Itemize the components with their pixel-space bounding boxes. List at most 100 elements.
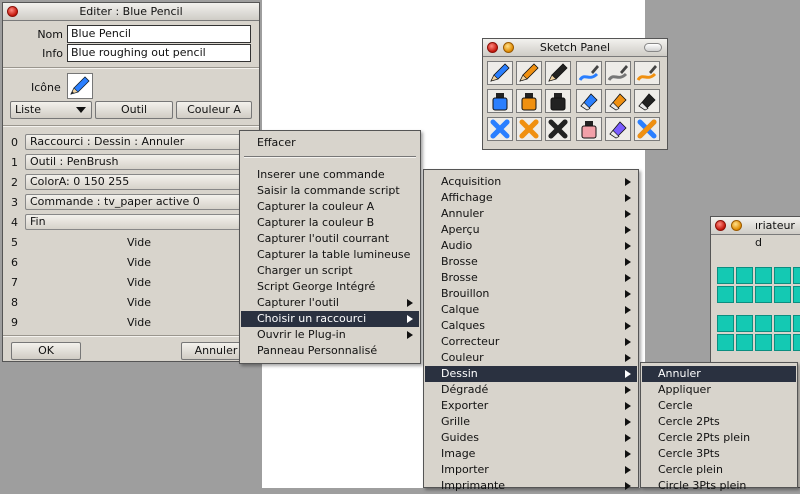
color-swatch[interactable] xyxy=(793,267,800,284)
category-item-acquisition[interactable]: Acquisition xyxy=(425,174,637,190)
close-icon[interactable] xyxy=(7,6,18,17)
orange-marker-tool-button[interactable] xyxy=(605,89,631,113)
category-item-audio[interactable]: Audio xyxy=(425,238,637,254)
category-item-calque[interactable]: Calque xyxy=(425,302,637,318)
blue-orange-x-tool-button[interactable] xyxy=(634,117,660,141)
black-marker-tool-button[interactable] xyxy=(634,89,660,113)
category-item-exporter[interactable]: Exporter xyxy=(425,398,637,414)
menu-item-effacer[interactable]: Effacer xyxy=(241,135,419,151)
category-item-grille[interactable]: Grille xyxy=(425,414,637,430)
slot-command-button[interactable]: Fin xyxy=(25,214,253,230)
dessin-item-cercle[interactable]: Cercle xyxy=(642,398,796,414)
orange-eraser-x-tool-button[interactable] xyxy=(516,117,542,141)
color-swatch[interactable] xyxy=(793,286,800,303)
menu-item-ouvrir-le-plug-in[interactable]: Ouvrir le Plug-in xyxy=(241,327,419,343)
dessin-item-cercle-plein[interactable]: Cercle plein xyxy=(642,462,796,478)
dessin-item-cercle-2pts-plein[interactable]: Cercle 2Pts plein xyxy=(642,430,796,446)
black-ink-tool-button[interactable] xyxy=(545,89,571,113)
outil-button[interactable]: Outil xyxy=(95,101,173,119)
color-swatch[interactable] xyxy=(755,315,772,332)
blue-ink-tool-button[interactable] xyxy=(487,89,513,113)
color-swatch[interactable] xyxy=(793,334,800,351)
color-swatch[interactable] xyxy=(736,286,753,303)
category-item-calques[interactable]: Calques xyxy=(425,318,637,334)
info-input[interactable]: Blue roughing out pencil xyxy=(67,44,251,62)
category-item-brouillon[interactable]: Brouillon xyxy=(425,286,637,302)
orange-pencil-tool-button[interactable] xyxy=(516,61,542,85)
black-eraser-x-tool-button[interactable] xyxy=(545,117,571,141)
color-swatch[interactable] xyxy=(736,267,753,284)
zoom-pill-icon[interactable] xyxy=(644,43,662,52)
category-item-apercu[interactable]: Aperçu xyxy=(425,222,637,238)
color-swatch[interactable] xyxy=(717,315,734,332)
nom-input[interactable]: Blue Pencil xyxy=(67,25,251,43)
tool-icon-preview[interactable] xyxy=(67,73,93,99)
category-item-brosse[interactable]: Brosse xyxy=(425,270,637,286)
category-item-image[interactable]: Image xyxy=(425,446,637,462)
blue-brush-tool-button[interactable] xyxy=(576,61,602,85)
close-icon[interactable] xyxy=(487,42,498,53)
slot-command-button[interactable]: ColorA: 0 150 255 xyxy=(25,174,253,190)
category-item-dessin[interactable]: Dessin xyxy=(425,366,637,382)
couleur-a-button[interactable]: Couleur A xyxy=(176,101,252,119)
ok-button[interactable]: OK xyxy=(11,342,81,360)
editor-titlebar[interactable]: Editer : Blue Pencil xyxy=(3,3,259,21)
menu-item-choisir-un-raccourci[interactable]: Choisir un raccourci xyxy=(241,311,419,327)
menu-item-capturer-la-couleur-b[interactable]: Capturer la couleur B xyxy=(241,215,419,231)
dessin-item-cercle-3pts[interactable]: Cercle 3Pts xyxy=(642,446,796,462)
color-swatch[interactable] xyxy=(774,267,791,284)
menu-item-capturer-l-outil-courrant[interactable]: Capturer l'outil courrant xyxy=(241,231,419,247)
menu-item-panneau-personnalise[interactable]: Panneau Personnalisé xyxy=(241,343,419,359)
liste-dropdown[interactable]: Liste xyxy=(10,101,92,119)
menu-item-capturer-l-outil[interactable]: Capturer l'outil xyxy=(241,295,419,311)
dessin-item-appliquer[interactable]: Appliquer xyxy=(642,382,796,398)
dessin-item-cercle-2pts[interactable]: Cercle 2Pts xyxy=(642,414,796,430)
blue-marker-tool-button[interactable] xyxy=(576,89,602,113)
category-item-brosse[interactable]: Brosse xyxy=(425,254,637,270)
slot-command-button[interactable]: Commande : tv_paper active 0 xyxy=(25,194,253,210)
category-item-correcteur[interactable]: Correcteur xyxy=(425,334,637,350)
slot-command-button[interactable]: Outil : PenBrush xyxy=(25,154,253,170)
minimize-icon[interactable] xyxy=(731,220,742,231)
black-pencil-tool-button[interactable] xyxy=(545,61,571,85)
menu-item-script-george-integre[interactable]: Script George Intégré xyxy=(241,279,419,295)
pink-eraser-tool-button[interactable] xyxy=(576,117,602,141)
menu-item-capturer-la-table-lumineuse[interactable]: Capturer la table lumineuse xyxy=(241,247,419,263)
color-swatch[interactable] xyxy=(736,315,753,332)
color-swatch[interactable] xyxy=(755,286,772,303)
color-swatch[interactable] xyxy=(717,267,734,284)
category-item-annuler[interactable]: Annuler xyxy=(425,206,637,222)
gray-brush-tool-button[interactable] xyxy=(605,61,631,85)
category-item-imprimante[interactable]: Imprimante xyxy=(425,478,637,494)
color-swatch[interactable] xyxy=(736,334,753,351)
blue-pencil-tool-button[interactable] xyxy=(487,61,513,85)
category-item-importer[interactable]: Importer xyxy=(425,462,637,478)
color-swatch[interactable] xyxy=(755,334,772,351)
category-item-couleur[interactable]: Couleur xyxy=(425,350,637,366)
close-icon[interactable] xyxy=(715,220,726,231)
menu-item-saisir-la-commande-script[interactable]: Saisir la commande script xyxy=(241,183,419,199)
color-panel-titlebar[interactable]: ıriateur d xyxy=(711,217,800,249)
color-swatch[interactable] xyxy=(774,286,791,303)
dessin-item-annuler[interactable]: Annuler xyxy=(642,366,796,382)
color-swatch[interactable] xyxy=(717,286,734,303)
menu-item-charger-un-script[interactable]: Charger un script xyxy=(241,263,419,279)
dessin-item-circle-3pts-plein[interactable]: Circle 3Pts plein xyxy=(642,478,796,494)
color-swatch[interactable] xyxy=(793,315,800,332)
category-item-degrade[interactable]: Dégradé xyxy=(425,382,637,398)
menu-item-inserer-une-commande[interactable]: Inserer une commande xyxy=(241,167,419,183)
orange-brush-tool-button[interactable] xyxy=(634,61,660,85)
category-item-guides[interactable]: Guides xyxy=(425,430,637,446)
color-swatch[interactable] xyxy=(774,315,791,332)
color-swatch[interactable] xyxy=(774,334,791,351)
category-item-affichage[interactable]: Affichage xyxy=(425,190,637,206)
color-swatch[interactable] xyxy=(717,334,734,351)
slot-command-button[interactable]: Raccourci : Dessin : Annuler xyxy=(25,134,253,150)
purple-eraser-tool-button[interactable] xyxy=(605,117,631,141)
menu-item-capturer-la-couleur-a[interactable]: Capturer la couleur A xyxy=(241,199,419,215)
color-swatch[interactable] xyxy=(755,267,772,284)
minimize-icon[interactable] xyxy=(503,42,514,53)
orange-ink-tool-button[interactable] xyxy=(516,89,542,113)
sketch-panel-titlebar[interactable]: Sketch Panel xyxy=(483,39,667,57)
blue-eraser-x-tool-button[interactable] xyxy=(487,117,513,141)
